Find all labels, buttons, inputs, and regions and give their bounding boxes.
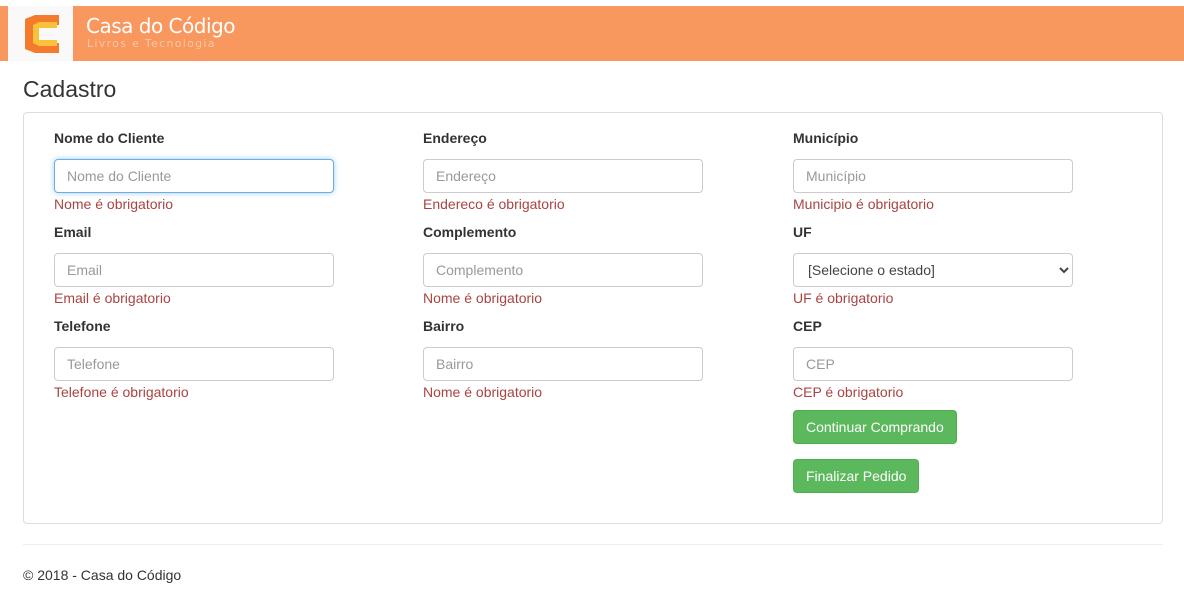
footer-copyright: © 2018 - Casa do Código	[23, 567, 182, 583]
complemento-error: Nome é obrigatorio	[423, 290, 543, 306]
complemento-label: Complemento	[423, 224, 517, 240]
navbar: Casa do Código Livros e Tecnologia	[0, 6, 1184, 61]
finalizar-pedido-button[interactable]: Finalizar Pedido	[793, 459, 920, 493]
email-error: Email é obrigatorio	[54, 290, 171, 306]
logo-link[interactable]	[8, 6, 73, 61]
telefone-error: Telefone é obrigatorio	[54, 384, 189, 400]
cep-input[interactable]	[793, 347, 1073, 381]
bairro-label: Bairro	[423, 318, 465, 334]
cep-error: CEP é obrigatorio	[793, 384, 904, 400]
continuar-comprando-button[interactable]: Continuar Comprando	[793, 410, 957, 444]
telefone-field-group: Telefone Telefone é obrigatorio	[54, 318, 334, 400]
endereco-field-group: Endereço Endereco é obrigatorio	[423, 130, 703, 212]
cep-field-group: CEP CEP é obrigatorio	[793, 318, 1073, 400]
municipio-field-group: Município Municipio é obrigatorio	[793, 130, 1073, 212]
uf-label: UF	[793, 224, 812, 240]
bairro-field-group: Bairro Nome é obrigatorio	[423, 318, 703, 400]
uf-select[interactable]: [Selecione o estado]	[793, 253, 1073, 287]
casa-do-codigo-logo-icon	[25, 15, 59, 53]
municipio-error: Municipio é obrigatorio	[793, 196, 934, 212]
email-label: Email	[54, 224, 92, 240]
page-title: Cadastro	[23, 76, 117, 102]
nome-field-group: Nome do Cliente Nome é obrigatorio	[54, 130, 334, 212]
complemento-field-group: Complemento Nome é obrigatorio	[423, 224, 703, 306]
endereco-error: Endereco é obrigatorio	[423, 196, 565, 212]
email-input[interactable]	[54, 253, 334, 287]
bairro-error: Nome é obrigatorio	[423, 384, 543, 400]
nome-label: Nome do Cliente	[54, 130, 165, 146]
email-field-group: Email Email é obrigatorio	[54, 224, 334, 306]
form-panel: Nome do Cliente Nome é obrigatorio Email…	[23, 112, 1163, 524]
municipio-label: Município	[793, 130, 859, 146]
uf-error: UF é obrigatorio	[793, 290, 894, 306]
endereco-label: Endereço	[423, 130, 487, 146]
complemento-input[interactable]	[423, 253, 703, 287]
uf-field-group: UF [Selecione o estado] UF é obrigatorio	[793, 224, 1073, 306]
nome-input[interactable]	[54, 159, 334, 193]
cep-label: CEP	[793, 318, 822, 334]
telefone-label: Telefone	[54, 318, 111, 334]
nome-error: Nome é obrigatorio	[54, 196, 174, 212]
brand-tagline: Livros e Tecnologia	[87, 37, 216, 50]
footer-divider	[23, 544, 1163, 545]
telefone-input[interactable]	[54, 347, 334, 381]
endereco-input[interactable]	[423, 159, 703, 193]
municipio-input[interactable]	[793, 159, 1073, 193]
brand-name[interactable]: Casa do Código	[86, 15, 235, 37]
bairro-input[interactable]	[423, 347, 703, 381]
